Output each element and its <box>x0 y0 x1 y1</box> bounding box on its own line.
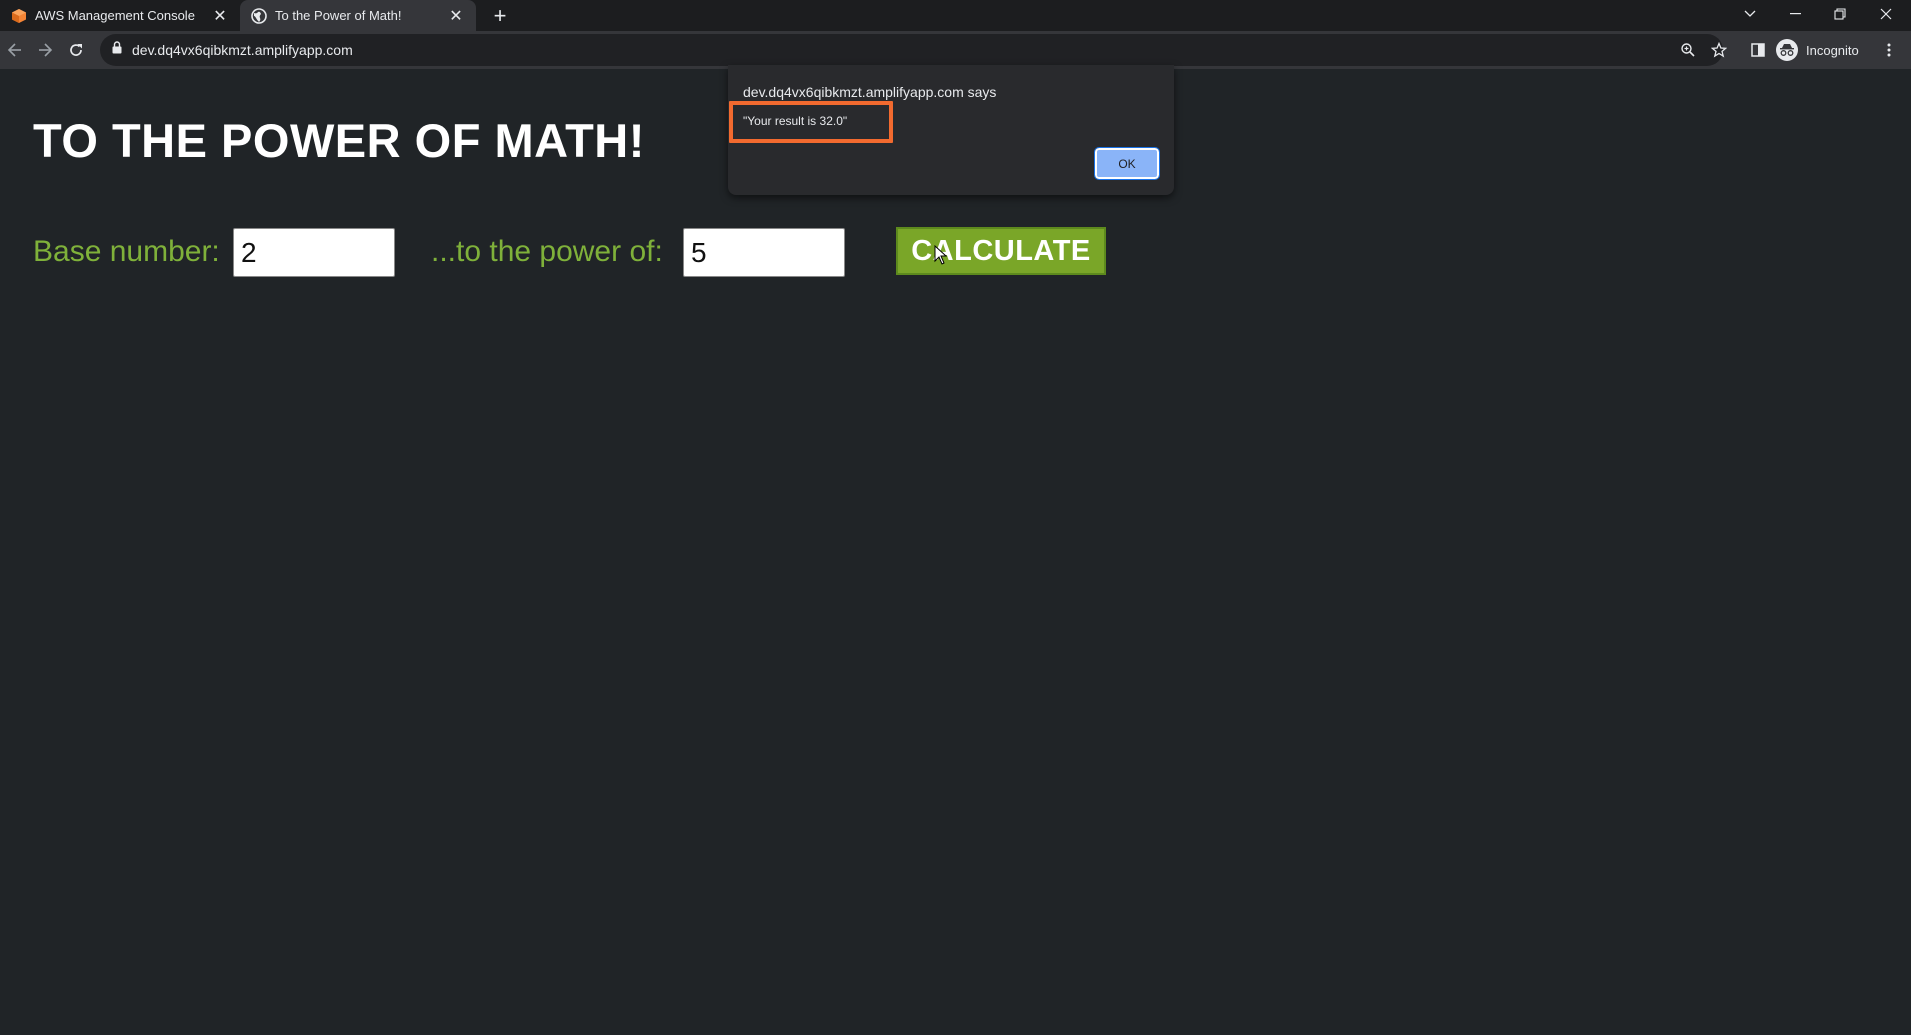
incognito-icon <box>1776 39 1798 61</box>
kebab-menu-icon[interactable] <box>1875 36 1903 64</box>
url-text: dev.dq4vx6qibkmzt.amplifyapp.com <box>132 42 353 58</box>
alert-dialog: dev.dq4vx6qibkmzt.amplifyapp.com says "Y… <box>728 65 1174 195</box>
profile-label: Incognito <box>1806 42 1859 58</box>
restore-icon[interactable] <box>1818 0 1862 28</box>
tab-search-icon[interactable] <box>1728 0 1772 28</box>
page-content: TO THE POWER OF MATH! Base number: ...to… <box>0 69 1911 1035</box>
lock-icon[interactable] <box>112 41 122 59</box>
page-title: TO THE POWER OF MATH! <box>33 114 645 167</box>
browser-toolbar: dev.dq4vx6qibkmzt.amplifyapp.com Incogni… <box>0 31 1911 69</box>
tab-title: To the Power of Math! <box>275 8 402 23</box>
tab-power-of-math[interactable]: To the Power of Math! ✕ <box>240 0 476 31</box>
mouse-cursor-icon <box>934 244 948 270</box>
bookmark-star-icon[interactable] <box>1704 35 1734 65</box>
new-tab-icon[interactable]: + <box>488 3 512 28</box>
dialog-message: "Your result is 32.0" <box>743 114 848 128</box>
forward-arrow-icon[interactable] <box>30 35 60 65</box>
reload-icon[interactable] <box>61 35 91 65</box>
address-bar[interactable]: dev.dq4vx6qibkmzt.amplifyapp.com <box>100 34 1723 66</box>
tab-aws-console[interactable]: AWS Management Console ✕ <box>0 0 240 31</box>
power-input[interactable] <box>683 228 845 277</box>
close-tab-icon[interactable]: ✕ <box>446 6 466 26</box>
tab-strip: AWS Management Console ✕ To the Power of… <box>0 0 1911 31</box>
close-window-icon[interactable] <box>1864 0 1908 28</box>
zoom-icon[interactable] <box>1673 35 1703 65</box>
close-tab-icon[interactable]: ✕ <box>210 6 230 26</box>
globe-icon <box>251 7 267 24</box>
minimize-icon[interactable] <box>1774 0 1818 28</box>
calculate-button[interactable]: CALCULATE <box>896 227 1106 275</box>
base-number-input[interactable] <box>233 228 395 277</box>
profile-incognito[interactable]: Incognito <box>1776 36 1882 64</box>
base-number-label: Base number: <box>33 235 220 268</box>
power-label: ...to the power of: <box>431 235 663 268</box>
side-panel-icon[interactable] <box>1743 35 1773 65</box>
aws-cube-icon <box>11 8 27 24</box>
tab-title: AWS Management Console <box>35 8 195 23</box>
ok-button[interactable]: OK <box>1094 147 1160 180</box>
dialog-origin: dev.dq4vx6qibkmzt.amplifyapp.com says <box>743 84 997 100</box>
back-arrow-icon[interactable] <box>0 35 30 65</box>
